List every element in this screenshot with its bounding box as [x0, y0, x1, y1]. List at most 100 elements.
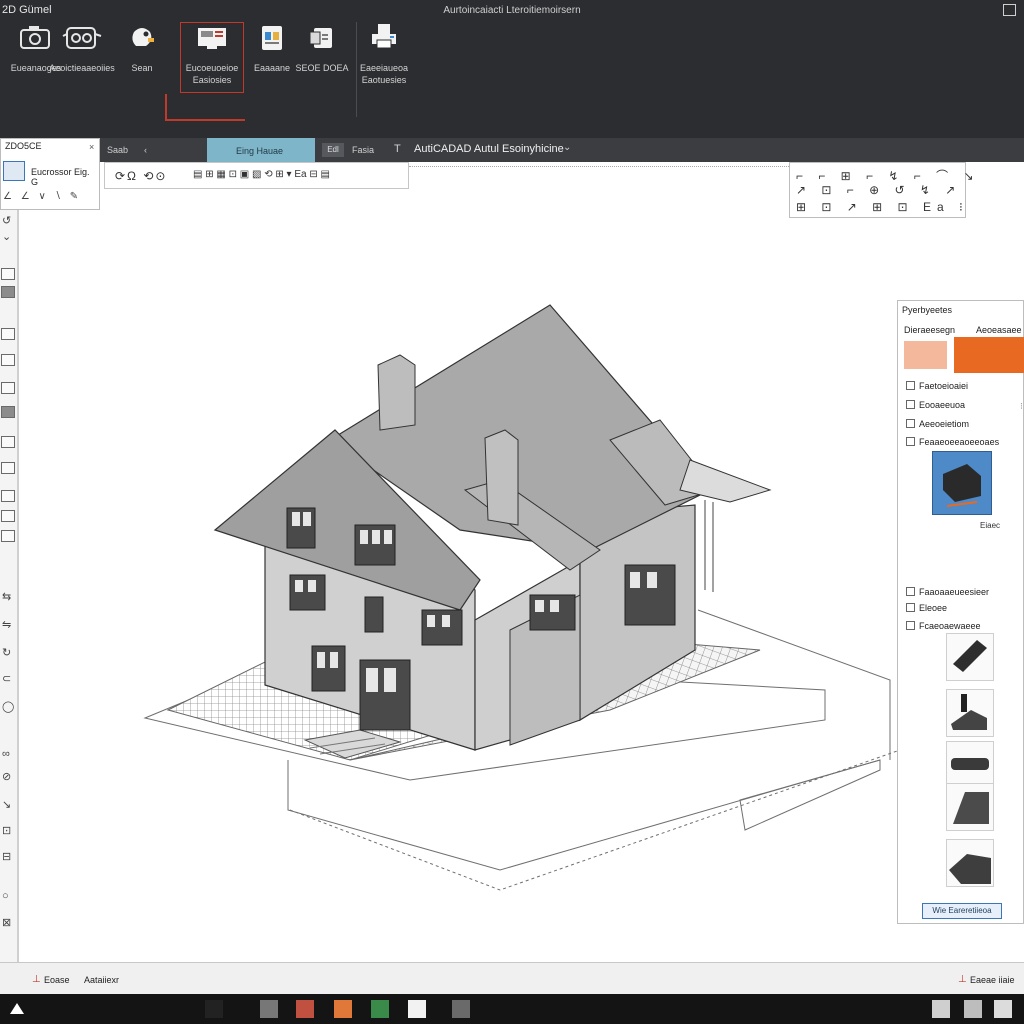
property-item[interactable]: Feaaeoeeaoeeoaes	[906, 437, 999, 447]
ribbon-label: Eaeeiaueoa Eaotuesies	[359, 63, 409, 85]
checkbox[interactable]	[906, 603, 915, 612]
taskbar-app[interactable]	[296, 1000, 314, 1018]
offset-icon[interactable]: ⊂	[2, 672, 11, 685]
layer-name[interactable]: Eucrossor Eig. G	[31, 167, 99, 187]
tool-thumbnail[interactable]	[946, 839, 994, 887]
chevron-down-icon[interactable]: ⌄	[2, 230, 11, 243]
property-item[interactable]: Aeeoeietiom	[906, 419, 969, 429]
palette-row[interactable]: ↗ ⊡ ⌐ ⊕ ↺ ↯ ↗	[796, 183, 961, 197]
restore-window-icon[interactable]	[1003, 4, 1016, 16]
mirror-icon[interactable]: ⇋	[2, 618, 11, 631]
ortho-icon[interactable]: ⊠	[2, 916, 11, 929]
property-item[interactable]: Fcaeoaewaeee	[906, 621, 981, 631]
status-layout-label[interactable]: Aataiiexr	[84, 975, 119, 985]
ribbon-label: Sean	[131, 63, 153, 73]
status-model-label[interactable]: Eoase	[44, 975, 70, 985]
settings-icon[interactable]: ⊥	[958, 974, 967, 985]
ribbon-button-print[interactable]: Eaeeiaueoa Eaotuesies	[348, 22, 420, 92]
tool-thumbnail[interactable]	[946, 783, 994, 831]
fill-tool[interactable]	[1, 286, 15, 298]
taskbar-app[interactable]	[408, 1000, 426, 1018]
layer-tool-icons[interactable]: ∠ ∠ ∨ ∖ ✎	[3, 191, 81, 202]
checkbox[interactable]	[906, 437, 915, 446]
paint-icon	[132, 28, 154, 46]
property-item[interactable]: Faetoeioaiei	[906, 381, 968, 391]
property-item[interactable]: Eooaeeuoa	[906, 400, 965, 410]
tab-save[interactable]: Saab	[107, 145, 128, 155]
dimension-icon[interactable]: ↘	[2, 798, 11, 811]
start-icon[interactable]	[8, 1000, 26, 1018]
checkbox[interactable]	[906, 621, 915, 630]
layer-tool[interactable]	[1, 530, 15, 542]
fill-tool[interactable]	[1, 406, 15, 418]
checkbox[interactable]	[906, 381, 915, 390]
ribbon-button-paint[interactable]: Sean	[106, 22, 178, 92]
taskbar-app[interactable]	[371, 1000, 389, 1018]
layer-tool[interactable]	[1, 354, 15, 366]
layer-tool[interactable]	[1, 328, 15, 340]
taskbar-app[interactable]	[260, 1000, 278, 1018]
properties-title: Pyerbyeetes	[902, 305, 953, 315]
layer-panel-title: ZDO5CE	[5, 141, 42, 151]
properties-tab-appearance[interactable]: Aeoeasaee	[976, 325, 1022, 335]
tool-thumbnail[interactable]	[946, 633, 994, 681]
rotate-icon[interactable]: ↻	[2, 646, 11, 659]
material-preview[interactable]	[932, 451, 992, 515]
model-icon[interactable]: ⊥	[32, 974, 41, 985]
layer-tool[interactable]	[1, 382, 15, 394]
tool-thumbnail[interactable]	[946, 689, 994, 737]
taskbar-app[interactable]	[205, 1000, 223, 1018]
vr-headset-icon	[62, 27, 102, 49]
status-right-label[interactable]: Eaeae iiaie	[970, 975, 1015, 985]
chevron-down-icon[interactable]: ⌄	[563, 142, 571, 153]
tray-icon[interactable]	[994, 1000, 1012, 1018]
snap-icon[interactable]: ⊡	[2, 824, 11, 837]
layer-swatch[interactable]	[3, 161, 25, 181]
rotate-icon[interactable]: ↺	[2, 214, 11, 227]
close-icon[interactable]: ×	[89, 142, 94, 152]
material-swatch-active[interactable]	[954, 337, 1024, 373]
scroll-handle[interactable]: ⁝	[1020, 401, 1023, 412]
layer-tool[interactable]	[1, 436, 15, 448]
tab-file[interactable]: Fasia	[352, 145, 374, 155]
checkbox[interactable]	[906, 587, 915, 596]
chimney	[377, 354, 416, 431]
tab-edit-button[interactable]: Edl	[322, 143, 344, 157]
property-item[interactable]: Eleoee	[906, 603, 947, 613]
trowel-icon	[951, 694, 987, 730]
properties-tab-design[interactable]: Dieraeesegn	[904, 325, 955, 335]
document-tab-strip: Saab ‹ Eing Hauae Edl Fasia T AutiCADAD …	[0, 138, 1024, 162]
layer-tool[interactable]	[1, 462, 15, 474]
circle-icon[interactable]: ◯	[2, 700, 14, 713]
link-icon[interactable]: ∞	[2, 748, 10, 760]
tray-icon[interactable]	[964, 1000, 982, 1018]
tool-thumbnail[interactable]	[946, 741, 994, 789]
taskbar-app[interactable]	[334, 1000, 352, 1018]
material-swatch[interactable]	[904, 341, 947, 369]
move-icon[interactable]: ⇆	[2, 590, 11, 603]
house-3d-model[interactable]	[120, 290, 900, 910]
property-label: Eooaeeuoa	[919, 400, 966, 410]
orbit-tools[interactable]: ⟳Ω ⟲⊙	[115, 169, 167, 183]
grid-icon[interactable]: ⊟	[2, 850, 11, 863]
canvas-ruler	[409, 166, 789, 167]
tab-back[interactable]: ‹	[144, 145, 147, 155]
ribbon: Eueanaoges Aeoictieaaeoiies Sean Eucoeuo…	[0, 22, 1024, 138]
checkbox[interactable]	[906, 400, 915, 409]
layer-tool[interactable]	[1, 268, 15, 280]
circle-icon[interactable]: ○	[2, 890, 9, 902]
arc-icon[interactable]: ⊘	[2, 770, 11, 783]
tray-icon[interactable]	[932, 1000, 950, 1018]
properties-panel: Pyerbyeetes Dieraeesegn Aeoeasaee ⁝ Faet…	[897, 300, 1024, 924]
layer-tool[interactable]	[1, 510, 15, 522]
taskbar-app[interactable]	[452, 1000, 470, 1018]
apply-material-button[interactable]: Wie Eareretiieoa	[922, 903, 1002, 919]
palette-row[interactable]: ⌐ ⌐ ⊞ ⌐ ↯ ⌐ ⌒ ↘	[796, 167, 980, 184]
palette-row[interactable]: ⊞ ⊡ ↗ ⊞ ⊡ Ea ⁝	[796, 200, 969, 214]
view-tools[interactable]: ▤ ⊞ ▦ ⊡ ▣ ▧ ⟲ ⊞ ▾ Ea ⊟ ▤	[193, 169, 330, 180]
layer-tool[interactable]	[1, 490, 15, 502]
tab-document-title[interactable]: AutiCADAD Autul Esoinyhicine	[414, 143, 564, 155]
property-item[interactable]: Faaoaaeueesieer	[906, 587, 989, 597]
checkbox[interactable]	[906, 419, 915, 428]
material-preview-icon	[943, 464, 981, 507]
